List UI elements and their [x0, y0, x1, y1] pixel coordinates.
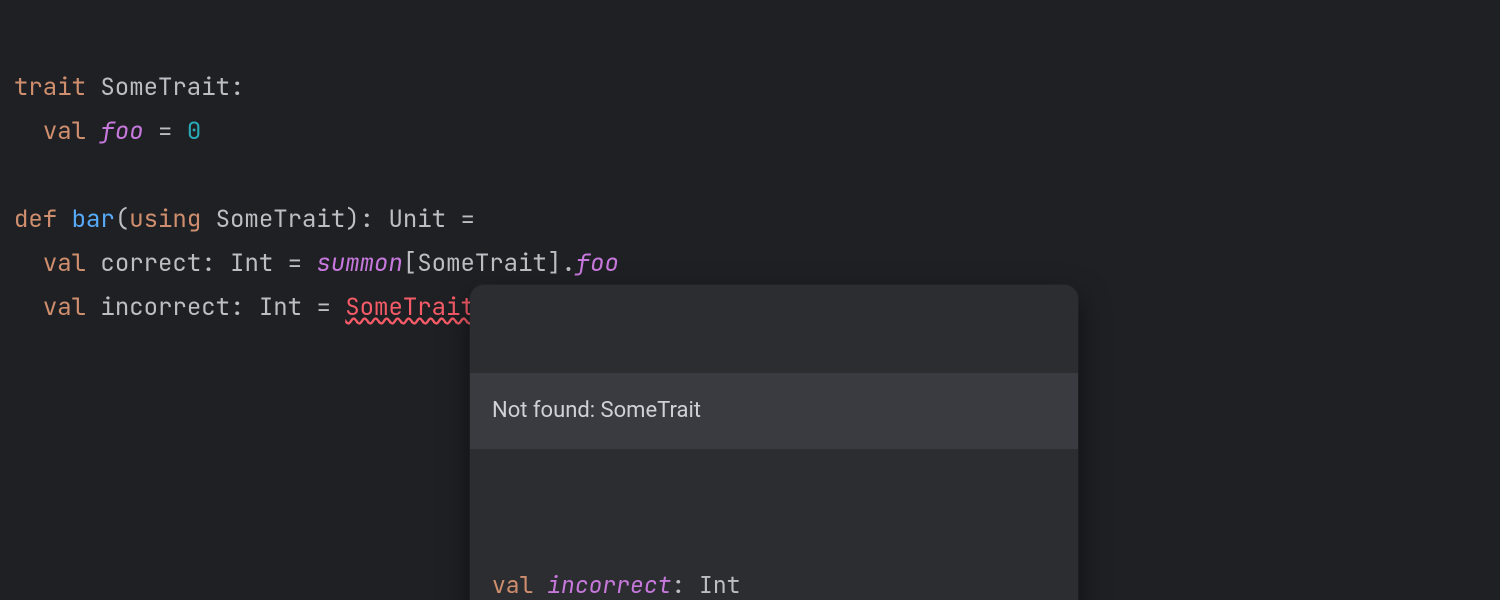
error-reference[interactable]: SomeTrait [345, 292, 475, 323]
colon: : [230, 72, 244, 103]
call-summon: summon [316, 248, 402, 279]
number-literal: 0 [187, 116, 201, 147]
function-name: bar [72, 204, 115, 235]
return-type: Unit [388, 204, 446, 235]
lparen: ( [115, 204, 129, 235]
keyword-using: using [129, 204, 201, 235]
field-name: foo [100, 116, 143, 147]
tooltip-signature: val incorrect: Int [470, 537, 1078, 600]
keyword-val: val [43, 248, 86, 279]
keyword-val: val [492, 570, 533, 600]
code-line: def bar(using SomeTrait): Unit = [14, 204, 475, 235]
keyword-trait: trait [14, 72, 86, 103]
val-name: incorrect [100, 292, 230, 323]
code-line: val correct: Int = summon[SomeTrait].foo [14, 248, 619, 279]
type-int: Int [259, 292, 302, 323]
keyword-val: val [43, 292, 86, 323]
type-int: Int [699, 570, 740, 600]
rbracket-dot: ]. [547, 248, 576, 279]
code-editor[interactable]: trait SomeTrait: val foo = 0 def bar(usi… [0, 0, 1500, 440]
type-arg: SomeTrait [417, 248, 547, 279]
type-int: Int [230, 248, 273, 279]
type-name: SomeTrait [100, 72, 230, 103]
rparen-colon: ): [345, 204, 388, 235]
code-line: trait SomeTrait: [14, 72, 244, 103]
val-name: correct [100, 248, 201, 279]
code-line: val incorrect: Int = SomeTrait.foo [14, 292, 532, 323]
colon: : [230, 292, 259, 323]
keyword-val: val [43, 116, 86, 147]
keyword-def: def [14, 204, 57, 235]
code-line: val foo = 0 [14, 116, 201, 147]
tooltip-error-message: Not found: SomeTrait [470, 373, 1078, 449]
op-eq: = [144, 116, 187, 147]
val-name: incorrect [547, 570, 671, 600]
lbracket: [ [403, 248, 417, 279]
member-foo: foo [576, 248, 619, 279]
op-eq: = [273, 248, 316, 279]
op-eq: = [302, 292, 345, 323]
error-tooltip: Not found: SomeTrait val incorrect: Int … [470, 285, 1078, 600]
colon: : [671, 570, 699, 600]
colon: : [201, 248, 230, 279]
type-name: SomeTrait [216, 204, 346, 235]
op-eq: = [446, 204, 475, 235]
